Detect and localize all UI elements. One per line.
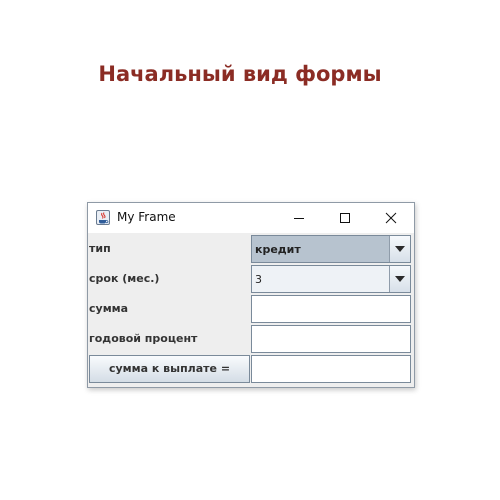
type-dropdown-button[interactable] — [389, 236, 410, 262]
close-icon — [385, 212, 397, 224]
minimize-button[interactable] — [276, 203, 322, 233]
sum-field[interactable] — [251, 295, 411, 323]
payment-result-field[interactable] — [251, 355, 411, 383]
row-payment: сумма к выплате = — [88, 354, 414, 384]
calculate-payment-button[interactable]: сумма к выплате = — [89, 355, 250, 383]
term-label: срок (мес.) — [89, 272, 160, 285]
rate-field[interactable] — [251, 325, 411, 353]
rate-label: годовой процент — [89, 332, 198, 345]
term-dropdown-button[interactable] — [389, 266, 410, 292]
term-value: 3 — [255, 273, 262, 286]
slide-caption: Начальный вид формы — [98, 62, 382, 86]
type-combobox[interactable]: кредит — [251, 235, 411, 263]
row-sum: сумма — [88, 294, 414, 324]
close-button[interactable] — [368, 203, 414, 233]
java-cup-icon — [96, 210, 110, 225]
chevron-down-icon — [395, 246, 405, 252]
maximize-icon — [340, 213, 350, 223]
chevron-down-icon — [395, 276, 405, 282]
type-label: тип — [89, 242, 111, 255]
row-type: тип кредит — [88, 234, 414, 264]
term-combobox[interactable]: 3 — [251, 265, 411, 293]
sum-label: сумма — [89, 302, 129, 315]
row-term: срок (мес.) 3 — [88, 264, 414, 294]
window-title: My Frame — [117, 210, 176, 224]
app-window: My Frame тип кредит срок (мес.) 3 сумма … — [87, 202, 415, 388]
row-rate: годовой процент — [88, 324, 414, 354]
minimize-icon — [294, 218, 304, 219]
title-bar[interactable]: My Frame — [88, 203, 414, 233]
maximize-button[interactable] — [322, 203, 368, 233]
type-value: кредит — [255, 243, 301, 256]
